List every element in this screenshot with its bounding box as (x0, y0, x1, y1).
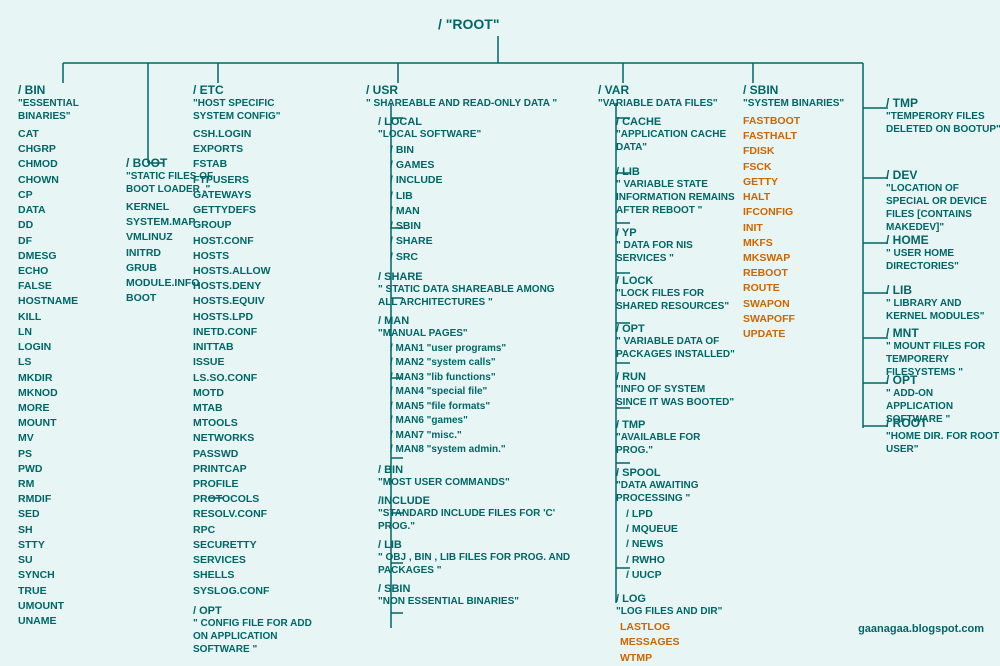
sbin-section: / SBIN "SYSTEM BINARIES" FASTBOOTFASTHAL… (743, 83, 863, 342)
var-desc: "VARIABLE DATA FILES" (598, 97, 738, 110)
usr-local: / LOCAL "LOCAL SOFTWARE" / BIN/ GAMES/ I… (378, 116, 576, 265)
watermark: gaanagaa.blogspot.com (858, 623, 984, 635)
sbin-desc: "SYSTEM BINARIES" (743, 97, 863, 110)
usr-desc: " SHAREABLE AND READ-ONLY DATA " (366, 97, 576, 110)
var-dir: / VAR (598, 83, 738, 97)
bin-files: CATCHGRPCHMODCHOWNCPDATADDDFDMESGECHOFAL… (18, 127, 128, 629)
etc-files: CSH.LOGINEXPORTSFSTABFTPUSERSGATEWAYSGET… (193, 127, 313, 599)
usr-bin: / BIN "MOST USER COMMANDS" (378, 464, 576, 489)
usr-man: / MAN "MANUAL PAGES" / MAN1 "user progra… (378, 315, 576, 458)
etc-desc: "HOST SPECIFIC SYSTEM CONFIG" (193, 97, 313, 123)
usr-section: / USR " SHAREABLE AND READ-ONLY DATA " /… (366, 83, 576, 608)
var-cache: / CACHE "APPLICATION CACHE DATA" (616, 116, 738, 154)
var-lock: / LOCK "LOCK FILES FOR SHARED RESOURCES" (616, 275, 738, 313)
etc-section: / ETC "HOST SPECIFIC SYSTEM CONFIG" CSH.… (193, 83, 313, 656)
var-section: / VAR "VARIABLE DATA FILES" / CACHE "APP… (598, 83, 738, 666)
etc-opt-section: / OPT " CONFIG FILE FOR ADD ON APPLICATI… (193, 605, 313, 656)
bin-section: / BIN "ESSENTIAL BINARIES" CATCHGRPCHMOD… (18, 83, 128, 629)
lib-section: / LIB " LIBRARY AND KERNEL MODULES" (886, 283, 1000, 323)
root-label: / "ROOT" (438, 16, 500, 32)
tmp-section: / TMP "TEMPERORY FILES DELETED ON BOOTUP… (886, 96, 1000, 136)
sbin-dir: / SBIN (743, 83, 863, 97)
usr-include: /INCLUDE "STANDARD INCLUDE FILES FOR 'C'… (378, 495, 576, 533)
usr-share: / SHARE " STATIC DATA SHAREABLE AMONG AL… (378, 271, 576, 309)
home-section: / HOME " USER HOME DIRECTORIES" (886, 233, 1000, 273)
var-run: / RUN "INFO OF SYSTEM SINCE IT WAS BOOTE… (616, 371, 738, 409)
var-log: / LOG "LOG FILES AND DIR" LASTLOGMESSAGE… (616, 593, 738, 666)
var-tmp: / TMP "AVAILABLE FOR PROG." (616, 419, 738, 457)
bin-dir: / BIN (18, 83, 128, 97)
usr-dir: / USR (366, 83, 576, 97)
usr-sbin: / SBIN "NON ESSENTIAL BINARIES" (378, 583, 576, 608)
var-spool: / SPOOL "DATA AWAITING PROCESSING " / LP… (616, 467, 738, 583)
root-home-section: / ROOT "HOME DIR. FOR ROOT USER" (886, 416, 1000, 456)
var-opt: / OPT " VARIABLE DATA OF PACKAGES INSTAL… (616, 323, 738, 361)
usr-lib: / LIB " OBJ , BIN , LIB FILES FOR PROG. … (378, 539, 576, 577)
var-yp: / YP " DATA FOR NIS SERVICES " (616, 227, 738, 265)
mnt-section: / MNT " MOUNT FILES FOR TEMPORERY FILESY… (886, 326, 1000, 379)
etc-dir: / ETC (193, 83, 313, 97)
bin-desc: "ESSENTIAL BINARIES" (18, 97, 128, 123)
var-lib: / LIB " VARIABLE STATE INFORMATION REMAI… (616, 166, 738, 217)
sbin-files: FASTBOOTFASTHALTFDISKFSCKGETTYHALTIFCONF… (743, 114, 863, 342)
dev-section: / DEV "LOCATION OF SPECIAL OR DEVICE FIL… (886, 168, 1000, 234)
